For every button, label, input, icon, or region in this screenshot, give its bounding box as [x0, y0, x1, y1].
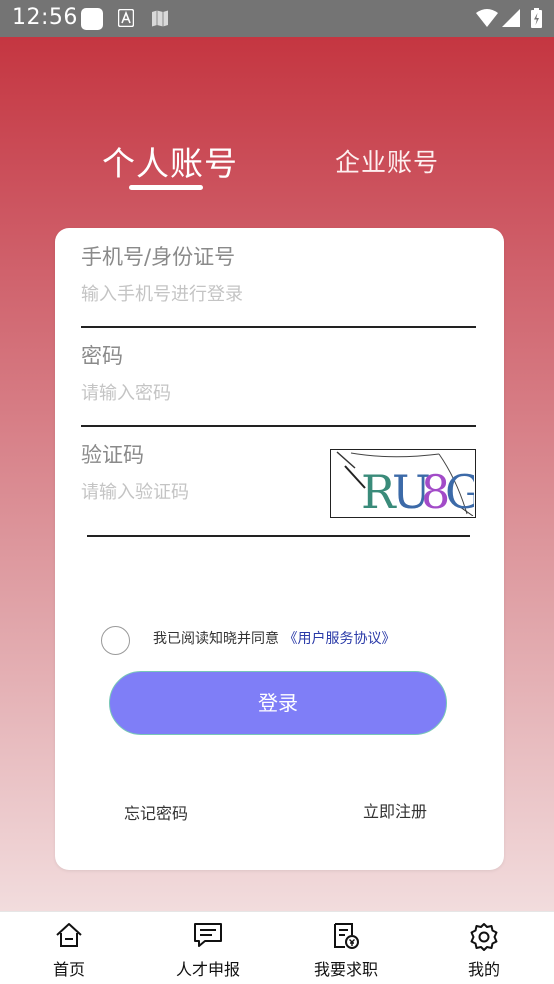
phone-input[interactable]: [81, 280, 476, 308]
message-icon: [194, 923, 222, 947]
login-card: 手机号/身份证号 密码 验证码 R U 8 G 我已阅读知晓并同意 《用户服务协…: [55, 228, 504, 870]
captcha-graphic: R U 8 G: [336, 451, 482, 519]
user-agreement-link[interactable]: 《用户服务协议》: [283, 631, 395, 647]
forgot-password-link[interactable]: 忘记密码: [124, 800, 188, 824]
agreement-checkbox[interactable]: [101, 626, 130, 655]
notification-icon: [81, 8, 103, 30]
password-underline: [81, 425, 476, 427]
nav-home[interactable]: 首页: [9, 912, 129, 984]
wifi-icon: [476, 9, 498, 27]
phone-label: 手机号/身份证号: [81, 245, 236, 269]
map-icon: [152, 10, 168, 27]
captcha-input[interactable]: [81, 478, 321, 506]
status-bar: 12:56: [0, 0, 554, 37]
nav-talent-application[interactable]: 人才申报: [148, 912, 268, 984]
tab-personal-account[interactable]: 个人账号: [102, 137, 238, 185]
password-label: 密码: [81, 344, 123, 368]
tab-enterprise-account[interactable]: 企业账号: [335, 143, 439, 179]
signal-icon: [502, 9, 520, 27]
status-time: 12:56: [12, 5, 78, 30]
gear-icon: [470, 923, 498, 951]
captcha-label: 验证码: [81, 443, 144, 467]
font-icon: [118, 9, 134, 27]
nav-job-search[interactable]: 我要求职: [286, 912, 406, 984]
nav-mine[interactable]: 我的: [424, 912, 544, 984]
phone-underline: [81, 326, 476, 328]
login-button[interactable]: 登录: [109, 671, 447, 735]
register-link[interactable]: 立即注册: [363, 798, 427, 822]
captcha-underline: [87, 535, 470, 537]
document-icon: [334, 923, 359, 949]
nav-mine-label: 我的: [467, 960, 500, 979]
nav-home-label: 首页: [52, 960, 85, 979]
active-tab-indicator: [129, 185, 203, 190]
agreement-text: 我已阅读知晓并同意 《用户服务协议》: [153, 628, 395, 648]
agreement-label: 我已阅读知晓并同意: [153, 631, 279, 647]
captcha-char-4: G: [445, 465, 474, 516]
battery-icon: [531, 8, 542, 28]
nav-talent-application-label: 人才申报: [175, 960, 240, 979]
nav-job-search-label: 我要求职: [313, 960, 378, 979]
home-icon: [56, 923, 82, 947]
bottom-nav: 首页 人才申报 我要求职 我的: [0, 911, 554, 984]
captcha-image[interactable]: R U 8 G: [330, 449, 482, 519]
password-input[interactable]: [81, 379, 476, 407]
